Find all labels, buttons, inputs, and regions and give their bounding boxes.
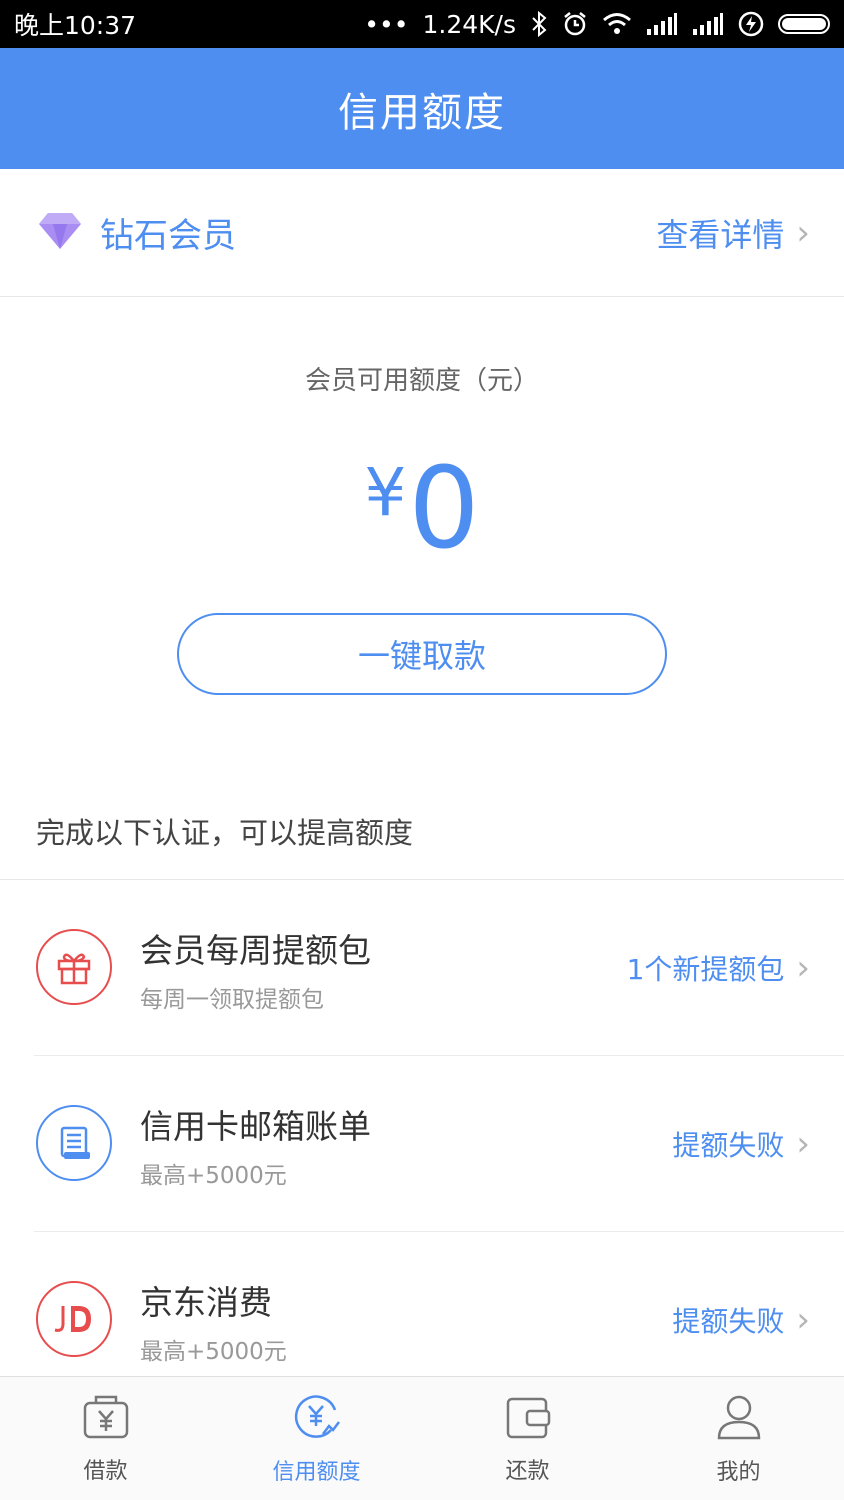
wifi-icon	[602, 12, 632, 36]
bottom-tab-bar: 借款 信用额度 还款 我的	[0, 1376, 844, 1500]
cert-item-jd[interactable]: 京东消费 最高+5000元 提额失败 ›	[0, 1232, 844, 1376]
page-title: 信用额度	[338, 89, 506, 136]
credit-value: 0	[408, 444, 480, 574]
cert-action-label: 1个新提额包	[626, 953, 785, 986]
bluetooth-icon	[530, 11, 548, 37]
tab-label: 还款	[505, 1458, 550, 1484]
withdraw-button[interactable]: 一键取款	[177, 613, 667, 695]
battery-icon	[778, 14, 830, 34]
status-bar: 晚上10:37 ••• 1.24K/s	[0, 0, 844, 48]
bill-icon	[36, 1105, 112, 1181]
cert-action-label: 提额失败	[672, 1305, 785, 1338]
cert-title: 京东消费	[140, 1283, 272, 1322]
cert-subtitle: 最高+5000元	[140, 1339, 287, 1365]
view-details-link[interactable]: 查看详情 ›	[656, 210, 810, 256]
alarm-icon	[562, 11, 588, 37]
cert-action-label: 提额失败	[672, 1129, 785, 1162]
more-dots: •••	[364, 9, 409, 39]
member-row[interactable]: 钻石会员 查看详情 ›	[0, 169, 844, 297]
profile-icon	[714, 1392, 764, 1448]
jd-icon	[36, 1281, 112, 1357]
credit-label: 会员可用额度（元）	[304, 366, 539, 396]
cert-title: 会员每周提额包	[140, 931, 371, 970]
currency-symbol: ¥	[364, 454, 407, 531]
status-time: 晚上10:37	[14, 11, 137, 40]
cert-subtitle: 每周一领取提额包	[140, 987, 324, 1013]
tab-repay[interactable]: 还款	[422, 1377, 633, 1500]
tab-label: 信用额度	[272, 1459, 361, 1485]
chevron-right-icon: ›	[796, 1300, 810, 1340]
tab-label: 我的	[716, 1459, 761, 1485]
tab-label: 借款	[83, 1458, 128, 1484]
tab-credit[interactable]: 信用额度	[211, 1377, 422, 1500]
credit-amount: ¥0	[0, 428, 844, 574]
gift-icon	[36, 929, 112, 1005]
member-level: 钻石会员	[100, 216, 236, 256]
diamond-icon	[38, 211, 82, 255]
cert-item-weekly-package[interactable]: 会员每周提额包 每周一领取提额包 1个新提额包 ›	[0, 880, 844, 1056]
chevron-right-icon: ›	[796, 212, 810, 253]
cert-title: 信用卡邮箱账单	[140, 1107, 371, 1146]
tab-profile[interactable]: 我的	[633, 1377, 844, 1500]
page-header: 信用额度	[0, 48, 844, 169]
chevron-right-icon: ›	[796, 1124, 810, 1164]
cert-subtitle: 最高+5000元	[140, 1163, 287, 1189]
signal-icon-2	[692, 13, 724, 35]
credit-icon	[291, 1392, 343, 1448]
cert-action[interactable]: 1个新提额包 ›	[627, 948, 810, 988]
cert-action[interactable]: 提额失败 ›	[672, 1300, 810, 1340]
certification-hint: 完成以下认证，可以提高额度	[36, 816, 414, 850]
charging-icon	[738, 11, 764, 37]
cert-item-email-bill[interactable]: 信用卡邮箱账单 最高+5000元 提额失败 ›	[0, 1056, 844, 1232]
tab-borrow[interactable]: 借款	[0, 1377, 211, 1500]
chevron-right-icon: ›	[796, 948, 810, 988]
borrow-icon	[81, 1393, 131, 1447]
network-speed: 1.24K/s	[422, 9, 516, 39]
signal-icon	[646, 13, 678, 35]
view-details-label: 查看详情	[656, 215, 785, 254]
wallet-icon	[503, 1393, 553, 1447]
cert-action[interactable]: 提额失败 ›	[672, 1124, 810, 1164]
